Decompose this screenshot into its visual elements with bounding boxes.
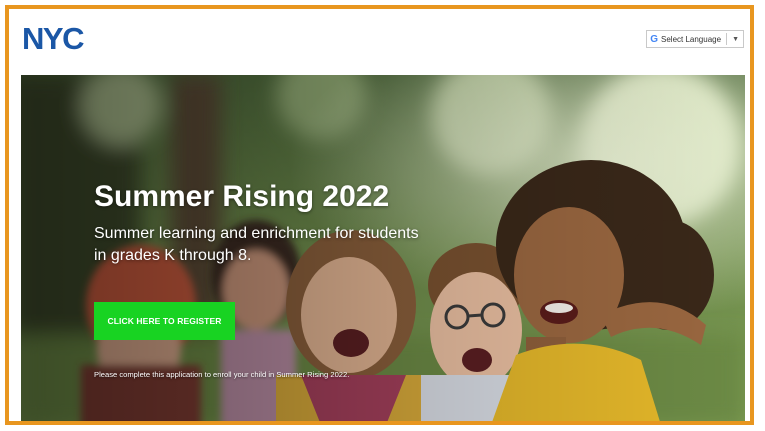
enrollment-note: Please complete this application to enro… (94, 370, 350, 379)
page-subtitle: Summer learning and enrichment for stude… (94, 225, 419, 264)
language-selector-label: Select Language (661, 34, 722, 44)
nyc-logo[interactable]: NYC (22, 21, 100, 53)
language-selector-divider (726, 33, 728, 45)
register-button[interactable]: CLICK HERE TO REGISTER (94, 302, 235, 340)
site-header: NYC G Select Language ▼ (9, 9, 750, 73)
page-title: Summer Rising 2022 (94, 180, 390, 213)
screenshot-frame: NYC G Select Language ▼ Summer Rising 20… (5, 5, 754, 425)
google-g-icon: G (650, 33, 658, 45)
chevron-down-icon: ▼ (732, 35, 739, 43)
hero-banner: Summer Rising 2022 Summer learning and e… (21, 75, 745, 421)
svg-text:NYC: NYC (22, 21, 84, 53)
language-selector[interactable]: G Select Language ▼ (646, 30, 744, 48)
